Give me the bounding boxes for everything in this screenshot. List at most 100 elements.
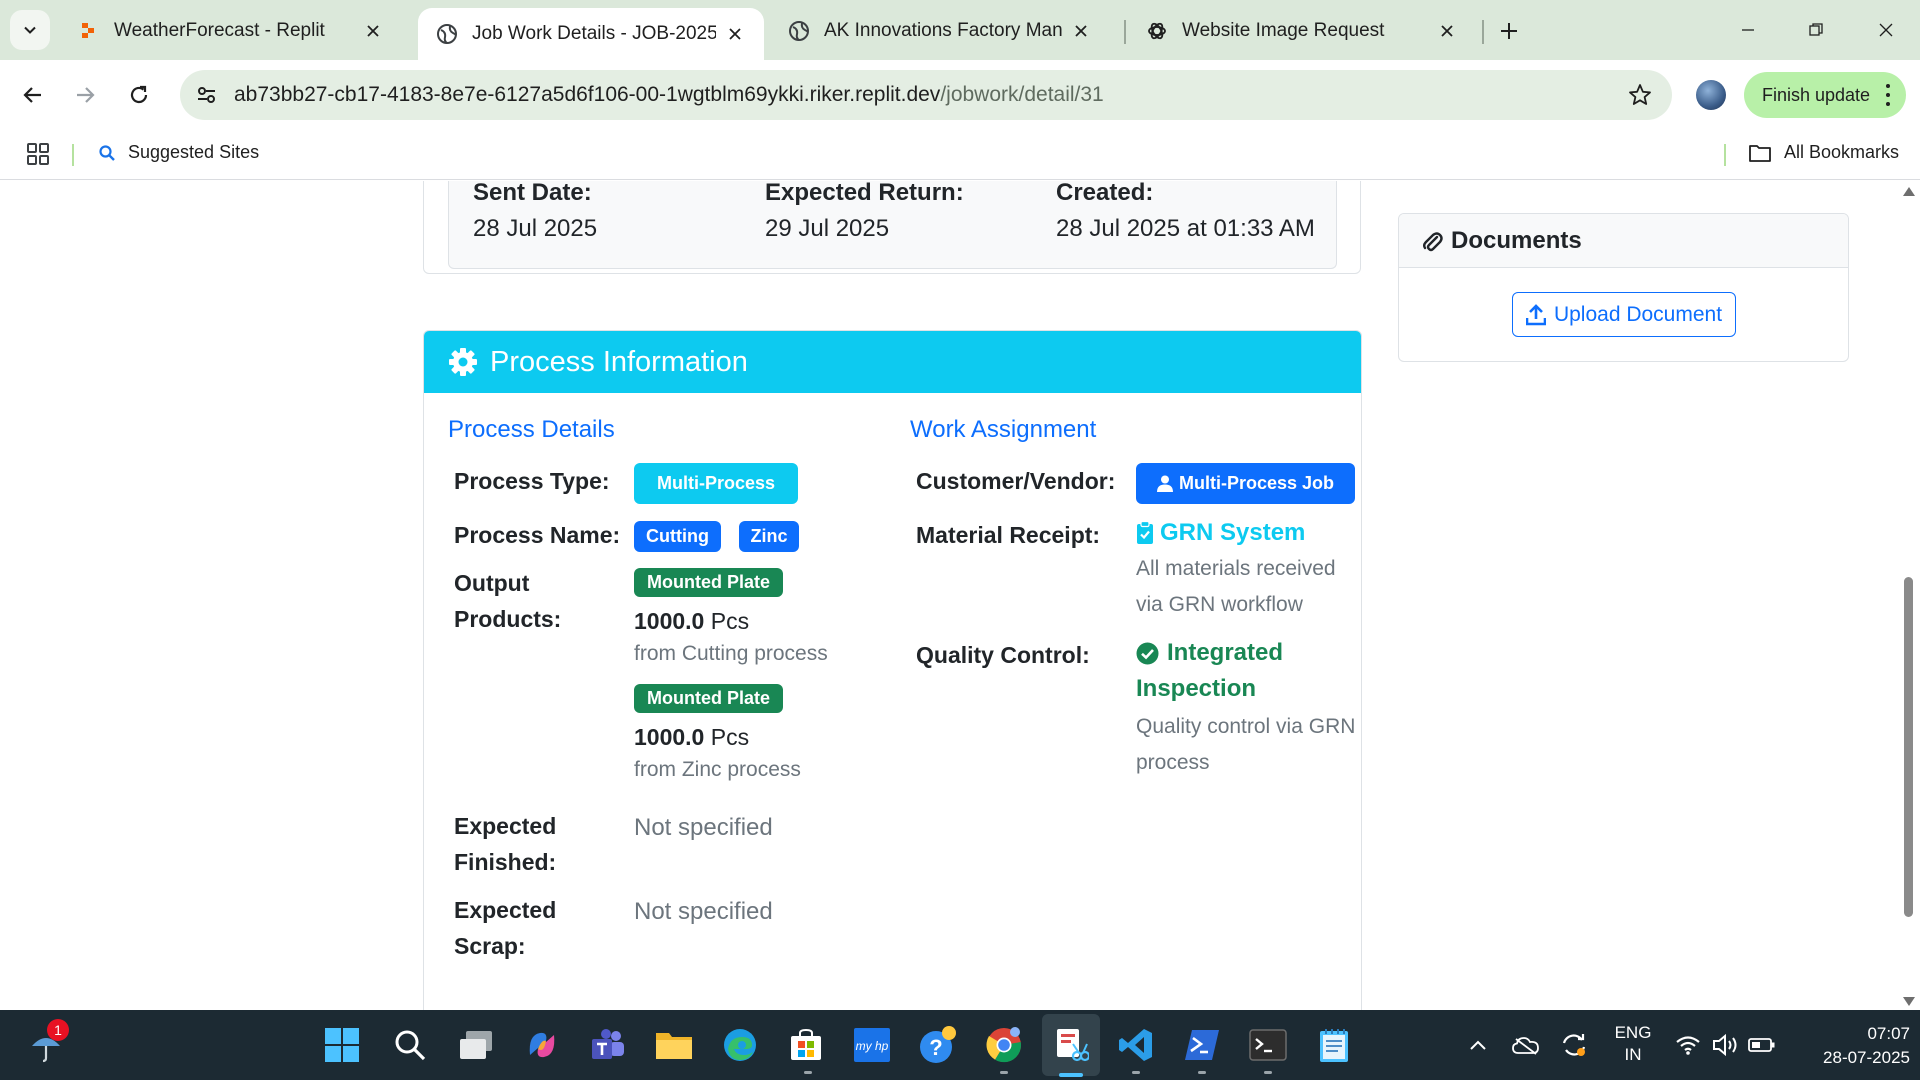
tab-title: AK Innovations Factory Manage xyxy=(824,20,1062,41)
scroll-down-arrow-icon[interactable] xyxy=(1903,997,1915,1006)
profile-avatar[interactable] xyxy=(1696,80,1726,110)
restore-button[interactable] xyxy=(1792,12,1840,48)
output-qty-value: 1000.0 xyxy=(634,608,705,634)
work-assignment-title: Work Assignment xyxy=(910,416,1097,443)
sync-icon[interactable] xyxy=(1554,1025,1594,1065)
page-scrollbar[interactable] xyxy=(1896,181,1920,1010)
myhp-icon[interactable]: my hp xyxy=(852,1025,892,1065)
material-receipt-value: GRN System xyxy=(1136,519,1305,547)
tab-search-button[interactable] xyxy=(10,10,50,50)
url-host: ab73bb27-cb17-4183-8e7e-6127a5d6f106-00-… xyxy=(234,83,941,106)
job-dates-panel: Sent Date: 28 Jul 2025 Expected Return: … xyxy=(448,181,1337,269)
tab-ak-innovations[interactable]: AK Innovations Factory Manage xyxy=(770,8,1110,54)
quality-control-value-text: Integrated xyxy=(1167,639,1284,666)
tab-job-work-details[interactable]: Job Work Details - JOB-2025-00 xyxy=(418,8,764,60)
upload-document-button[interactable]: Upload Document xyxy=(1512,292,1736,337)
tab-weatherforecast[interactable]: WeatherForecast - Replit xyxy=(60,8,402,54)
material-receipt-note-line1: All materials received xyxy=(1136,557,1336,580)
process-type-badge: Multi-Process xyxy=(634,463,798,504)
notepad-icon[interactable] xyxy=(1314,1025,1354,1065)
terminal-icon[interactable] xyxy=(1248,1025,1288,1065)
bookmarks-bar: Suggested Sites All Bookmarks xyxy=(0,130,1920,180)
language-indicator[interactable]: ENG IN xyxy=(1606,1022,1660,1066)
search-icon xyxy=(99,144,115,161)
show-hidden-icons-icon[interactable] xyxy=(1458,1025,1498,1065)
site-settings-icon[interactable] xyxy=(194,82,220,108)
new-tab-button[interactable] xyxy=(1492,14,1526,48)
taskbar-search-icon[interactable] xyxy=(390,1025,430,1065)
wifi-icon[interactable] xyxy=(1668,1025,1708,1065)
tab-website-image-request[interactable]: Website Image Request xyxy=(1128,8,1476,54)
running-indicator xyxy=(1198,1071,1206,1074)
svg-text:my hp: my hp xyxy=(856,1039,889,1053)
quality-control-value-line1: Integrated xyxy=(1136,639,1283,667)
arrow-right-icon xyxy=(77,87,95,103)
material-receipt-label: Material Receipt: xyxy=(916,522,1101,548)
folder-icon xyxy=(1749,144,1771,162)
process-details-title: Process Details xyxy=(448,416,615,443)
language-code: ENG xyxy=(1614,1023,1652,1042)
sent-date-label: Sent Date: xyxy=(473,181,592,206)
scroll-up-arrow-icon[interactable] xyxy=(1903,187,1915,196)
apps-grid-icon[interactable] xyxy=(26,142,50,166)
process-name-badge-cutting: Cutting xyxy=(634,521,721,552)
output-qty-unit: Pcs xyxy=(710,724,750,750)
chrome-icon[interactable] xyxy=(984,1025,1024,1065)
quality-control-label: Quality Control: xyxy=(916,642,1090,668)
paperclip-icon xyxy=(1423,231,1443,251)
running-indicator xyxy=(804,1071,812,1074)
scrollbar-thumb[interactable] xyxy=(1904,577,1913,917)
expected-scrap-label: Expected Scrap: xyxy=(454,892,556,964)
check-circle-icon xyxy=(1136,642,1159,664)
all-bookmarks-button[interactable]: All Bookmarks xyxy=(1748,142,1899,163)
bookmark-separator xyxy=(1724,144,1726,166)
vscode-icon[interactable] xyxy=(1116,1025,1156,1065)
clipboard-check-icon xyxy=(1137,521,1153,544)
globe-icon xyxy=(436,23,458,45)
customer-vendor-label: Customer/Vendor: xyxy=(916,468,1116,494)
finish-update-label: Finish update xyxy=(1762,84,1871,105)
suggested-sites-bookmark[interactable]: Suggested Sites xyxy=(98,142,259,163)
task-view-icon[interactable] xyxy=(456,1025,496,1065)
quality-control-note-line2: process xyxy=(1136,751,1210,774)
back-button[interactable] xyxy=(12,74,54,116)
globe-icon xyxy=(788,20,810,42)
documents-header: Documents xyxy=(1399,214,1848,268)
user-icon xyxy=(1156,475,1173,492)
windows-start-icon[interactable] xyxy=(322,1025,362,1065)
output-product-source: from Zinc process xyxy=(634,758,801,781)
expected-return-label: Expected Return: xyxy=(765,181,964,206)
output-products-label-line2: Products: xyxy=(454,606,562,632)
close-tab-icon[interactable] xyxy=(1070,20,1092,42)
running-indicator xyxy=(1000,1071,1008,1074)
close-tab-icon[interactable] xyxy=(724,23,746,45)
onedrive-icon[interactable] xyxy=(1506,1025,1546,1065)
clock[interactable]: 07:07 28-07-2025 xyxy=(1782,1022,1910,1070)
quality-control-note-line1: Quality control via GRN xyxy=(1136,715,1356,738)
close-window-button[interactable] xyxy=(1862,12,1910,48)
bookmark-star-icon[interactable] xyxy=(1626,81,1654,109)
teams-icon[interactable] xyxy=(588,1025,628,1065)
expected-scrap-label-line2: Scrap: xyxy=(454,933,526,959)
powershell-icon[interactable] xyxy=(1182,1025,1222,1065)
forward-button[interactable] xyxy=(64,74,106,116)
close-tab-icon[interactable] xyxy=(362,20,384,42)
finish-update-button[interactable]: Finish update xyxy=(1744,72,1906,118)
address-bar[interactable]: ab73bb27-cb17-4183-8e7e-6127a5d6f106-00-… xyxy=(180,70,1672,120)
customer-vendor-badge: Multi-Process Job xyxy=(1136,463,1355,504)
microsoft-store-icon[interactable] xyxy=(786,1025,826,1065)
close-tab-icon[interactable] xyxy=(1436,20,1458,42)
expected-finished-label-line1: Expected xyxy=(454,813,557,839)
get-help-icon[interactable]: ? xyxy=(918,1025,958,1065)
replit-icon xyxy=(78,20,100,42)
snipping-tool-icon[interactable] xyxy=(1050,1025,1090,1065)
copilot-icon[interactable] xyxy=(522,1025,562,1065)
minimize-button[interactable] xyxy=(1724,12,1772,48)
volume-icon[interactable] xyxy=(1706,1025,1746,1065)
edge-icon[interactable] xyxy=(720,1025,760,1065)
file-explorer-icon[interactable] xyxy=(654,1025,694,1065)
process-information-title: Process Information xyxy=(490,345,748,378)
reload-button[interactable] xyxy=(118,74,160,116)
battery-icon[interactable] xyxy=(1742,1025,1782,1065)
tab-title: Website Image Request xyxy=(1182,20,1385,41)
